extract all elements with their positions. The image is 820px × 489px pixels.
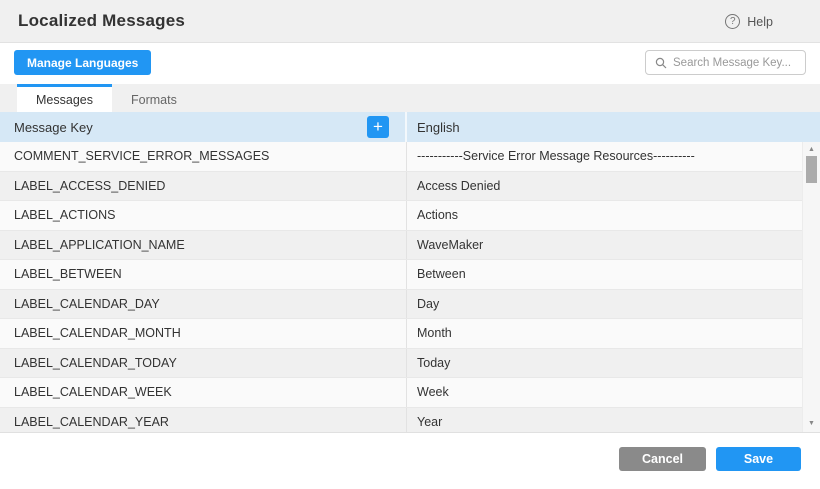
tab-bar: Messages Formats — [0, 84, 820, 112]
search-icon — [655, 57, 667, 69]
english-value-cell[interactable]: Month — [407, 319, 802, 348]
table-header: Message Key + English — [0, 112, 820, 142]
title-bar: Localized Messages ? Help — [0, 0, 820, 43]
table-row[interactable]: LABEL_ACCESS_DENIED Access Denied — [0, 172, 802, 202]
footer: Cancel Save — [0, 433, 820, 489]
english-value-cell[interactable]: Day — [407, 290, 802, 319]
message-key-cell[interactable]: LABEL_APPLICATION_NAME — [0, 231, 407, 260]
messages-table-body: COMMENT_SERVICE_ERROR_MESSAGES ---------… — [0, 142, 820, 433]
table-row[interactable]: LABEL_BETWEEN Between — [0, 260, 802, 290]
scrollbar-thumb[interactable] — [806, 156, 817, 183]
english-value-cell[interactable]: -----------Service Error Message Resourc… — [407, 142, 802, 171]
message-key-cell[interactable]: LABEL_CALENDAR_YEAR — [0, 408, 407, 434]
english-value-cell[interactable]: Year — [407, 408, 802, 434]
page-title: Localized Messages — [18, 11, 185, 31]
english-column-label: English — [417, 120, 460, 135]
english-value-cell[interactable]: Access Denied — [407, 172, 802, 201]
scrollbar-up-arrow[interactable]: ▲ — [803, 145, 820, 155]
table-row[interactable]: LABEL_CALENDAR_YEAR Year — [0, 408, 802, 434]
tab-messages[interactable]: Messages — [17, 84, 112, 112]
help-question-icon: ? — [725, 14, 740, 29]
message-key-cell[interactable]: LABEL_CALENDAR_WEEK — [0, 378, 407, 407]
message-key-cell[interactable]: LABEL_BETWEEN — [0, 260, 407, 289]
localized-messages-dialog: Localized Messages ? Help Manage Languag… — [0, 0, 820, 489]
message-key-cell[interactable]: LABEL_ACTIONS — [0, 201, 407, 230]
toolbar: Manage Languages — [0, 44, 820, 84]
rows-container: COMMENT_SERVICE_ERROR_MESSAGES ---------… — [0, 142, 820, 433]
column-header-english: English — [407, 112, 820, 142]
tab-formats[interactable]: Formats — [112, 84, 196, 112]
add-message-button[interactable]: + — [367, 116, 389, 138]
message-key-cell[interactable]: LABEL_CALENDAR_TODAY — [0, 349, 407, 378]
message-key-cell[interactable]: LABEL_CALENDAR_DAY — [0, 290, 407, 319]
column-header-message-key: Message Key + — [0, 112, 407, 142]
english-value-cell[interactable]: WaveMaker — [407, 231, 802, 260]
table-row[interactable]: LABEL_CALENDAR_WEEK Week — [0, 378, 802, 408]
table-row[interactable]: LABEL_APPLICATION_NAME WaveMaker — [0, 231, 802, 261]
scrollbar-down-arrow[interactable]: ▼ — [803, 419, 820, 429]
english-value-cell[interactable]: Between — [407, 260, 802, 289]
table-row[interactable]: LABEL_CALENDAR_TODAY Today — [0, 349, 802, 379]
message-key-cell[interactable]: LABEL_CALENDAR_MONTH — [0, 319, 407, 348]
help-label: Help — [747, 15, 773, 29]
table-row[interactable]: LABEL_CALENDAR_MONTH Month — [0, 319, 802, 349]
search-box[interactable] — [645, 50, 806, 75]
save-button[interactable]: Save — [716, 447, 801, 471]
vertical-scrollbar[interactable]: ▲ ▼ — [802, 142, 820, 432]
table-row[interactable]: LABEL_ACTIONS Actions — [0, 201, 802, 231]
table-row[interactable]: COMMENT_SERVICE_ERROR_MESSAGES ---------… — [0, 142, 802, 172]
message-key-cell[interactable]: LABEL_ACCESS_DENIED — [0, 172, 407, 201]
message-key-column-label: Message Key — [14, 120, 93, 135]
message-key-cell[interactable]: COMMENT_SERVICE_ERROR_MESSAGES — [0, 142, 407, 171]
english-value-cell[interactable]: Today — [407, 349, 802, 378]
cancel-button[interactable]: Cancel — [619, 447, 706, 471]
table-row[interactable]: LABEL_CALENDAR_DAY Day — [0, 290, 802, 320]
help-button[interactable]: ? Help — [725, 0, 773, 43]
search-message-key-input[interactable] — [673, 57, 796, 69]
english-value-cell[interactable]: Actions — [407, 201, 802, 230]
manage-languages-button[interactable]: Manage Languages — [14, 50, 151, 75]
english-value-cell[interactable]: Week — [407, 378, 802, 407]
